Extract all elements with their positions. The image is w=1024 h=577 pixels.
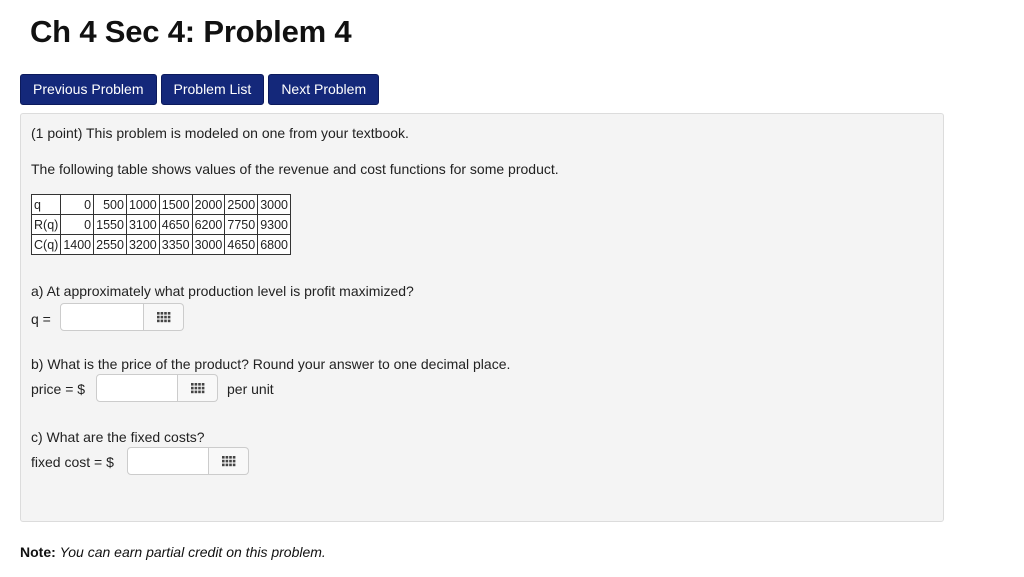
table-cell: 3200	[125, 234, 160, 255]
table-cell: 2500	[224, 194, 259, 215]
table-row-label: q	[30, 194, 62, 215]
table-cell: 6800	[257, 234, 291, 255]
price-matrix-button[interactable]	[178, 374, 218, 402]
table-cell: 3350	[158, 234, 193, 255]
table-cell: 1000	[125, 194, 160, 215]
table-row-label: R(q)	[30, 214, 62, 235]
problem-list-button[interactable]: Problem List	[160, 74, 265, 105]
table-cell: 1550	[93, 214, 127, 235]
note-label: Note:	[20, 544, 56, 560]
table-row: R(q) 0 1550 3100 4650 6200 7750 9300	[30, 214, 291, 235]
table-cell: 2000	[191, 194, 226, 215]
table-cell: 0	[60, 214, 95, 235]
table-cell: 1400	[60, 234, 95, 255]
table-row-label: C(q)	[30, 234, 62, 255]
table-cell: 4650	[224, 234, 259, 255]
q-answer-input[interactable]	[60, 303, 144, 331]
table-cell: 4650	[158, 214, 193, 235]
table-cell: 0	[60, 194, 95, 215]
table-cell: 1500	[158, 194, 193, 215]
price-unit-label: per unit	[227, 381, 274, 397]
part-a-label: q =	[31, 311, 51, 327]
fixed-cost-matrix-button[interactable]	[209, 447, 249, 475]
table-cell: 3000	[191, 234, 226, 255]
matrix-grid-icon	[190, 382, 205, 394]
part-b-question: b) What is the price of the product? Rou…	[31, 356, 511, 372]
table-cell: 9300	[257, 214, 291, 235]
table-cell: 3000	[257, 194, 291, 215]
revenue-cost-table: q 0 500 1000 1500 2000 2500 3000 R(q) 0 1550 3100 46…	[30, 194, 291, 255]
part-b-label: price = $	[31, 381, 86, 397]
page-title: Ch 4 Sec 4: Problem 4	[30, 14, 352, 49]
table-row: C(q) 1400 2550 3200 3350 3000 4650 6800	[30, 234, 291, 255]
problem-panel: (1 point) This problem is modeled on one…	[20, 113, 944, 522]
table-cell: 500	[93, 194, 127, 215]
q-matrix-button[interactable]	[144, 303, 184, 331]
table-cell: 7750	[224, 214, 259, 235]
table-cell: 2550	[93, 234, 127, 255]
next-problem-button[interactable]: Next Problem	[268, 74, 380, 105]
fixed-cost-answer-input[interactable]	[127, 447, 209, 475]
price-answer-input[interactable]	[96, 374, 178, 402]
table-cell: 3100	[125, 214, 160, 235]
table-row: q 0 500 1000 1500 2000 2500 3000	[30, 194, 291, 215]
part-c-question: c) What are the fixed costs?	[31, 429, 205, 445]
problem-nav: Previous Problem Problem List Next Probl…	[20, 74, 380, 105]
problem-intro: (1 point) This problem is modeled on one…	[31, 125, 409, 141]
note-text: You can earn partial credit on this prob…	[59, 544, 326, 560]
partial-credit-note: Note: You can earn partial credit on thi…	[20, 544, 326, 560]
part-c-label: fixed cost = $	[31, 454, 114, 470]
table-cell: 6200	[191, 214, 226, 235]
matrix-grid-icon	[156, 311, 171, 323]
part-a-question: a) At approximately what production leve…	[31, 283, 414, 299]
previous-problem-button[interactable]: Previous Problem	[20, 74, 157, 105]
matrix-grid-icon	[221, 455, 236, 467]
problem-description: The following table shows values of the …	[31, 161, 559, 177]
